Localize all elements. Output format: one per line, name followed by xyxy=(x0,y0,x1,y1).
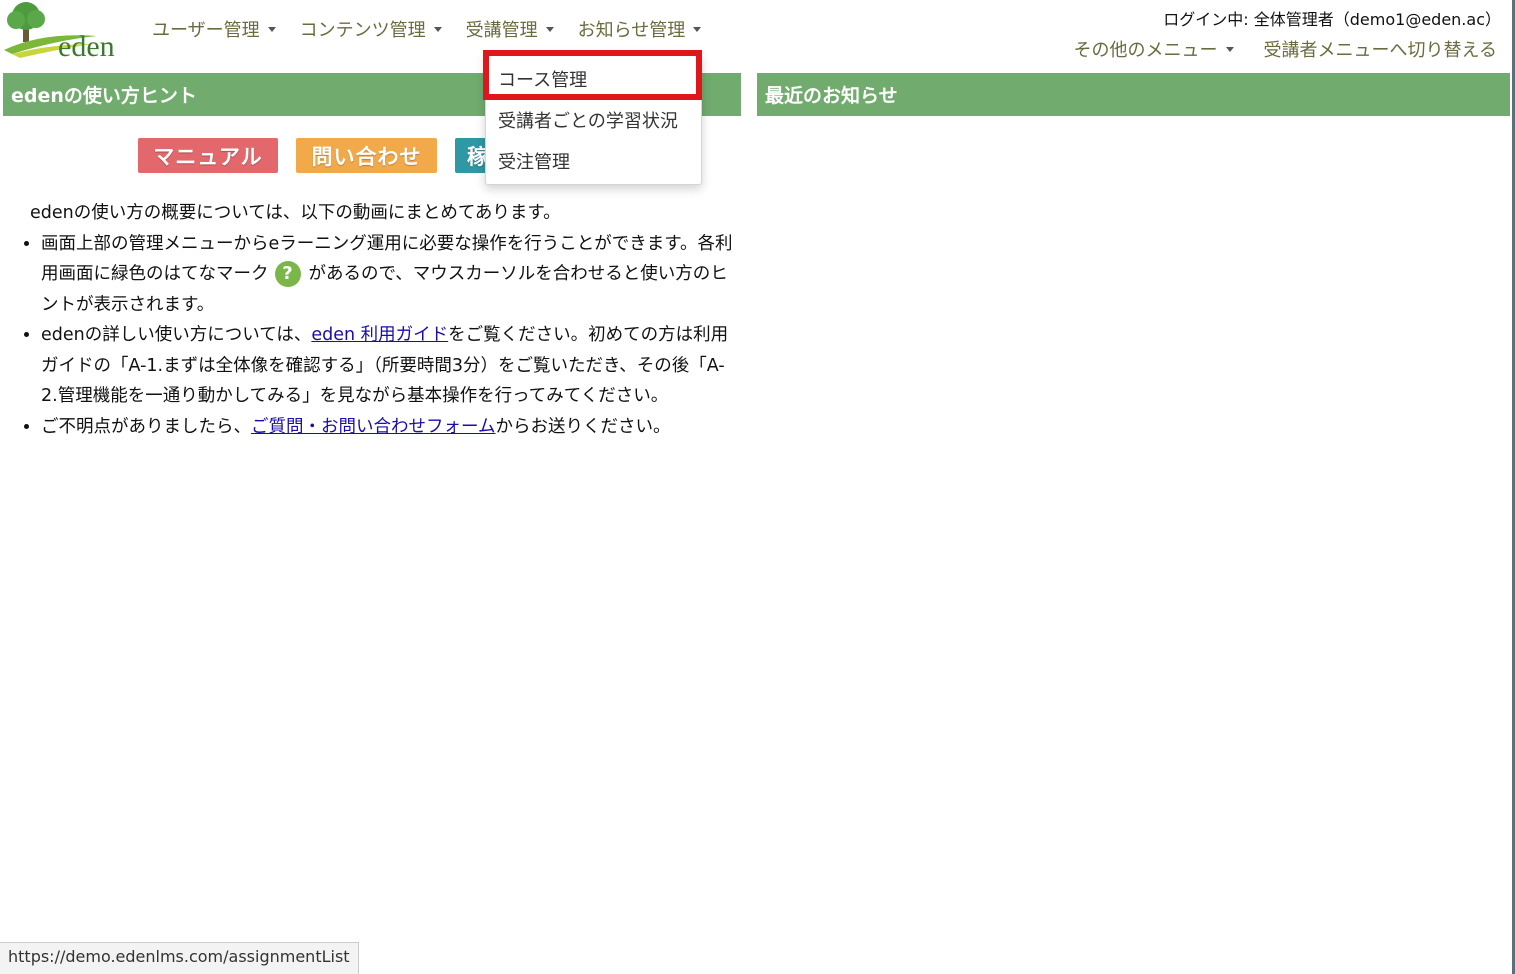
nav-label: お知らせ管理 xyxy=(577,20,686,41)
menu-item-order-management[interactable]: 受注管理 xyxy=(498,148,570,174)
list-item: ご不明点がありましたら、ご質問・お問い合わせフォームからお送りください。 xyxy=(41,412,739,443)
switch-to-learner-menu-link[interactable]: 受講者メニューへ切り替える xyxy=(1234,36,1497,62)
hint-text: edenの詳しい使い方については、 xyxy=(41,325,312,345)
main-nav: ユーザー管理 コンテンツ管理 受講管理 お知らせ管理 xyxy=(140,16,713,42)
nav-label: その他のメニュー xyxy=(1073,40,1218,61)
caret-down-icon xyxy=(433,26,442,32)
list-item: 画面上部の管理メニューからeラーニング運用に必要な操作を行うことができます。各利… xyxy=(41,229,739,321)
other-menu-dropdown[interactable]: その他のメニュー xyxy=(1044,36,1234,62)
inquiry-button[interactable]: 問い合わせ xyxy=(296,138,437,173)
caret-down-icon xyxy=(693,26,702,32)
nav-notice-management[interactable]: お知らせ管理 xyxy=(566,16,714,42)
help-buttons: マニュアル 問い合わせ 稼 xyxy=(138,138,515,173)
user-guide-link[interactable]: eden 利用ガイド xyxy=(311,325,448,345)
nav-content-management[interactable]: コンテンツ管理 xyxy=(288,16,454,42)
nav-label: 受講管理 xyxy=(465,20,538,41)
nav-course-management[interactable]: 受講管理 xyxy=(454,16,566,42)
browser-status-bar: https://demo.edenlms.com/assignmentList xyxy=(0,942,359,974)
menu-item-learning-status[interactable]: 受講者ごとの学習状況 xyxy=(498,107,678,133)
hints-content: edenの使い方の概要については、以下の動画にまとめてあります。 画面上部の管理… xyxy=(14,198,739,442)
tree-logo-icon: eden xyxy=(4,2,115,63)
help-question-icon: ? xyxy=(274,261,301,287)
hint-list: 画面上部の管理メニューからeラーニング運用に必要な操作を行うことができます。各利… xyxy=(14,229,739,443)
list-item: edenの詳しい使い方については、eden 利用ガイドをご覧ください。初めての方… xyxy=(41,320,739,412)
nav-label: コンテンツ管理 xyxy=(299,20,426,41)
svg-text:eden: eden xyxy=(58,30,115,62)
hint-text: ご不明点がありましたら、 xyxy=(41,416,251,437)
intro-text: edenの使い方の概要については、以下の動画にまとめてあります。 xyxy=(30,203,561,223)
login-info: ログイン中: 全体管理者（demo1@eden.ac） xyxy=(1163,10,1501,29)
manual-button[interactable]: マニュアル xyxy=(138,138,278,173)
inquiry-form-link[interactable]: ご質問・お問い合わせフォーム xyxy=(251,417,495,437)
caret-down-icon xyxy=(1225,46,1234,52)
news-panel-header: 最近のお知らせ xyxy=(757,73,1510,116)
hint-text: からお送りください。 xyxy=(495,416,671,437)
nav-label: 受講者メニューへ切り替える xyxy=(1263,40,1497,61)
eden-logo[interactable]: eden xyxy=(2,0,132,63)
right-menu: その他のメニュー 受講者メニューへ切り替える xyxy=(1044,36,1497,62)
caret-down-icon xyxy=(545,26,554,32)
caret-down-icon xyxy=(267,26,276,32)
nav-label: ユーザー管理 xyxy=(152,20,260,41)
course-management-dropdown: コース管理 受講者ごとの学習状況 受注管理 xyxy=(483,50,702,185)
menu-item-course-management[interactable]: コース管理 xyxy=(498,66,587,92)
nav-user-management[interactable]: ユーザー管理 xyxy=(140,16,288,42)
